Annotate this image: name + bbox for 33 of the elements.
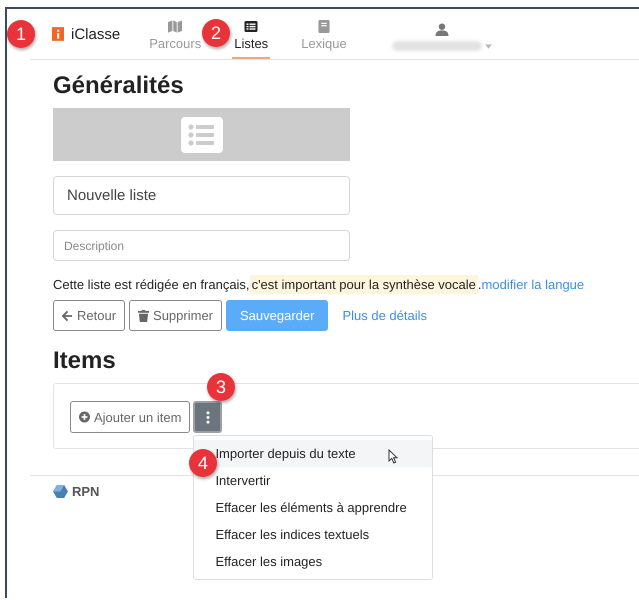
back-button[interactable]: Retour xyxy=(53,300,126,331)
menu-item[interactable]: Effacer les éléments à apprendre xyxy=(194,494,432,521)
trash-icon xyxy=(138,310,150,322)
step-number-badge: 1 xyxy=(7,20,35,48)
cube-logo-icon xyxy=(53,485,68,498)
mouse-cursor-icon xyxy=(388,449,398,464)
user-icon xyxy=(434,23,449,36)
menu-item[interactable]: Effacer les indices textuels xyxy=(194,521,432,548)
section-heading: Généralités xyxy=(53,72,185,100)
list-icon xyxy=(180,116,222,152)
menu-item[interactable]: Effacer les images xyxy=(194,548,432,575)
language-note: c'est important pour la synthèse vocale xyxy=(250,275,478,294)
list-image-placeholder[interactable] xyxy=(53,108,350,161)
step-number-badge: 3 xyxy=(207,373,235,401)
add-item-button[interactable]: Ajouter un item xyxy=(70,401,190,433)
delete-button[interactable]: Supprimer xyxy=(129,300,222,331)
title-field[interactable]: Nouvelle liste xyxy=(53,176,350,215)
description-field[interactable]: Description xyxy=(53,230,350,261)
caret-icon xyxy=(484,44,492,48)
arrow-left-icon xyxy=(62,310,73,322)
footer-brand: RPN xyxy=(72,484,100,499)
book-icon xyxy=(316,20,331,33)
period-text: . xyxy=(478,277,482,292)
language-text: Cette liste est rédigée en français, xyxy=(53,277,250,292)
plus-circle-icon xyxy=(79,411,90,423)
vertical-dots-icon xyxy=(206,410,210,424)
list-icon xyxy=(244,20,258,33)
info-logo-icon xyxy=(52,27,64,41)
step-number-badge: 2 xyxy=(202,19,230,47)
more-options-button[interactable] xyxy=(193,401,222,433)
brand-name[interactable]: iClasse xyxy=(71,26,120,42)
section-heading: Items xyxy=(53,347,117,375)
map-icon xyxy=(168,20,182,33)
